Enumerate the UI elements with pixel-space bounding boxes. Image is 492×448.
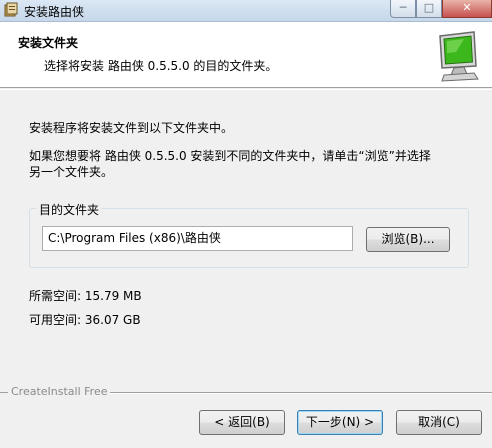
footer-divider-left (0, 392, 8, 393)
intro-text: 安装程序将安装文件到以下文件夹中。 (29, 121, 234, 135)
browse-button[interactable]: 浏览(B)... (366, 227, 450, 252)
title-bar[interactable]: 安装路由侠 ─ □ ✕ (0, 0, 492, 22)
footer-divider-highlight (110, 393, 492, 394)
back-button[interactable]: < 返回(B) (199, 410, 285, 435)
next-button[interactable]: 下一步(N) > (297, 410, 383, 435)
instruction-text-cont: 另一个文件夹。 (29, 165, 114, 179)
brand-label: CreateInstall Free (11, 385, 108, 398)
close-button[interactable]: ✕ (442, 0, 492, 18)
app-icon (4, 2, 18, 17)
required-space: 所需空间: 15.79 MB (29, 289, 142, 303)
monitor-icon (439, 31, 479, 82)
page-subtitle: 选择将安装 路由侠 0.5.5.0 的目的文件夹。 (44, 59, 278, 73)
window-title: 安装路由侠 (24, 5, 85, 19)
header-divider (0, 89, 492, 90)
cancel-button[interactable]: 取消(C) (396, 410, 482, 435)
available-space: 可用空间: 36.07 GB (29, 313, 141, 327)
installer-window: 安装路由侠 ─ □ ✕ 安装文件夹 选择将安装 路由侠 0.5.5.0 的目的文… (0, 0, 492, 448)
page-title: 安装文件夹 (18, 36, 79, 50)
destination-legend: 目的文件夹 (36, 201, 103, 218)
maximize-button[interactable]: □ (416, 0, 442, 18)
header-panel: 安装文件夹 选择将安装 路由侠 0.5.5.0 的目的文件夹。 (0, 22, 492, 88)
instruction-text: 如果您想要将 路由侠 0.5.5.0 安装到不同的文件夹中，请单击“浏览”并选择 (29, 149, 431, 163)
destination-path-input[interactable]: C:\Program Files (x86)\路由侠 (42, 226, 353, 251)
minimize-button[interactable]: ─ (390, 0, 416, 18)
